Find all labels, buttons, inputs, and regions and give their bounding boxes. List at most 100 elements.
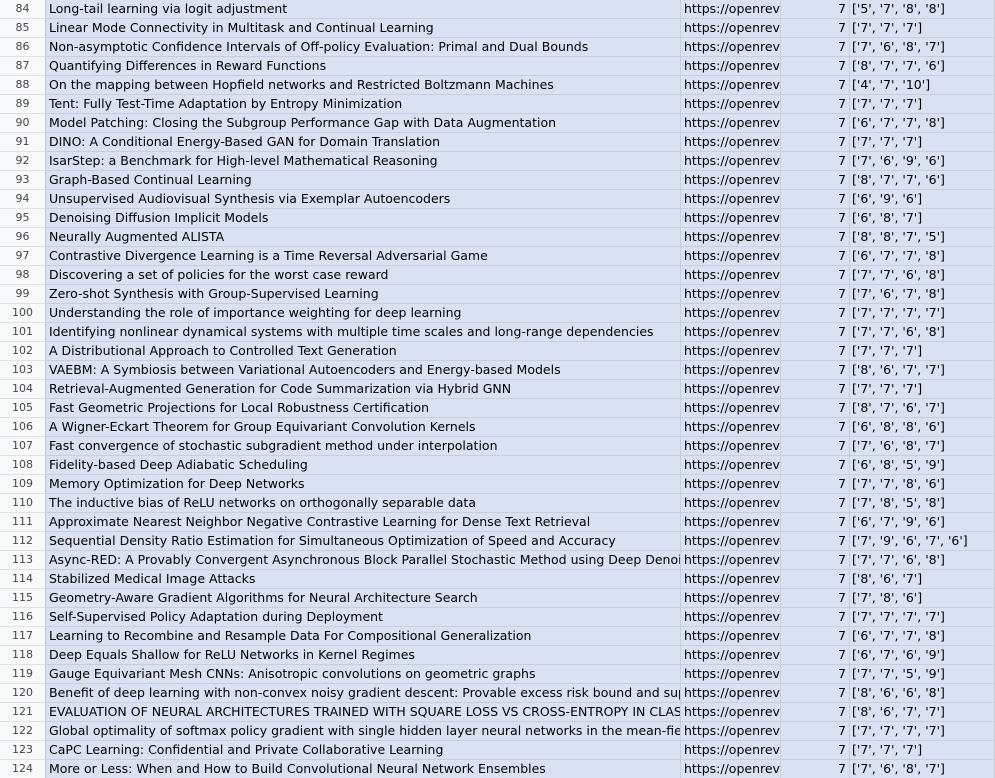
count-cell[interactable]: 7 bbox=[781, 0, 850, 19]
count-cell[interactable]: 7 bbox=[781, 551, 850, 570]
paper-title-cell[interactable]: A Distributional Approach to Controlled … bbox=[46, 342, 681, 361]
count-cell[interactable]: 7 bbox=[781, 570, 850, 589]
row-number[interactable]: 95 bbox=[0, 209, 46, 228]
url-cell[interactable]: https://openrevi bbox=[681, 247, 781, 266]
row-number[interactable]: 117 bbox=[0, 627, 46, 646]
count-cell[interactable]: 7 bbox=[781, 513, 850, 532]
paper-title-cell[interactable]: Non-asymptotic Confidence Intervals of O… bbox=[46, 38, 681, 57]
row-number[interactable]: 88 bbox=[0, 76, 46, 95]
count-cell[interactable]: 7 bbox=[781, 152, 850, 171]
scores-cell[interactable]: ['5', '7', '8', '8'] bbox=[850, 0, 995, 19]
paper-title-cell[interactable]: Sequential Density Ratio Estimation for … bbox=[46, 532, 681, 551]
scores-cell[interactable]: ['7', '7', '6', '8'] bbox=[850, 551, 995, 570]
paper-title-cell[interactable]: Global optimality of softmax policy grad… bbox=[46, 722, 681, 741]
row-number[interactable]: 90 bbox=[0, 114, 46, 133]
scores-cell[interactable]: ['6', '7', '7', '8'] bbox=[850, 114, 995, 133]
paper-title-cell[interactable]: IsarStep: a Benchmark for High-level Mat… bbox=[46, 152, 681, 171]
paper-title-cell[interactable]: Deep Equals Shallow for ReLU Networks in… bbox=[46, 646, 681, 665]
paper-title-cell[interactable]: VAEBM: A Symbiosis between Variational A… bbox=[46, 361, 681, 380]
count-cell[interactable]: 7 bbox=[781, 209, 850, 228]
url-cell[interactable]: https://openrevi bbox=[681, 608, 781, 627]
url-cell[interactable]: https://openrevi bbox=[681, 627, 781, 646]
row-number[interactable]: 115 bbox=[0, 589, 46, 608]
count-cell[interactable]: 7 bbox=[781, 646, 850, 665]
count-cell[interactable]: 7 bbox=[781, 114, 850, 133]
scores-cell[interactable]: ['7', '7', '7'] bbox=[850, 342, 995, 361]
scores-cell[interactable]: ['7', '7', '7', '7'] bbox=[850, 304, 995, 323]
scores-cell[interactable]: ['8', '8', '7', '5'] bbox=[850, 228, 995, 247]
paper-title-cell[interactable]: More or Less: When and How to Build Conv… bbox=[46, 760, 681, 778]
url-cell[interactable]: https://openrevi bbox=[681, 551, 781, 570]
count-cell[interactable]: 7 bbox=[781, 171, 850, 190]
url-cell[interactable]: https://openrevi bbox=[681, 741, 781, 760]
count-cell[interactable]: 7 bbox=[781, 19, 850, 38]
url-cell[interactable]: https://openrevi bbox=[681, 380, 781, 399]
url-cell[interactable]: https://openrevi bbox=[681, 361, 781, 380]
row-number[interactable]: 118 bbox=[0, 646, 46, 665]
scores-cell[interactable]: ['7', '7', '7'] bbox=[850, 95, 995, 114]
paper-title-cell[interactable]: Neurally Augmented ALISTA bbox=[46, 228, 681, 247]
row-number[interactable]: 94 bbox=[0, 190, 46, 209]
scores-cell[interactable]: ['8', '6', '7', '7'] bbox=[850, 703, 995, 722]
count-cell[interactable]: 7 bbox=[781, 76, 850, 95]
paper-title-cell[interactable]: Discovering a set of policies for the wo… bbox=[46, 266, 681, 285]
count-cell[interactable]: 7 bbox=[781, 418, 850, 437]
count-cell[interactable]: 7 bbox=[781, 399, 850, 418]
count-cell[interactable]: 7 bbox=[781, 304, 850, 323]
count-cell[interactable]: 7 bbox=[781, 665, 850, 684]
scores-cell[interactable]: ['7', '7', '7'] bbox=[850, 133, 995, 152]
scores-cell[interactable]: ['7', '7', '6', '8'] bbox=[850, 266, 995, 285]
paper-title-cell[interactable]: Unsupervised Audiovisual Synthesis via E… bbox=[46, 190, 681, 209]
row-number[interactable]: 123 bbox=[0, 741, 46, 760]
paper-title-cell[interactable]: Fast Geometric Projections for Local Rob… bbox=[46, 399, 681, 418]
paper-title-cell[interactable]: DINO: A Conditional Energy-Based GAN for… bbox=[46, 133, 681, 152]
count-cell[interactable]: 7 bbox=[781, 741, 850, 760]
row-number[interactable]: 109 bbox=[0, 475, 46, 494]
scores-cell[interactable]: ['7', '6', '7', '8'] bbox=[850, 285, 995, 304]
scores-cell[interactable]: ['6', '8', '7'] bbox=[850, 209, 995, 228]
url-cell[interactable]: https://openrevi bbox=[681, 532, 781, 551]
paper-title-cell[interactable]: A Wigner-Eckart Theorem for Group Equiva… bbox=[46, 418, 681, 437]
paper-title-cell[interactable]: Denoising Diffusion Implicit Models bbox=[46, 209, 681, 228]
row-number[interactable]: 93 bbox=[0, 171, 46, 190]
url-cell[interactable]: https://openrevi bbox=[681, 0, 781, 19]
scores-cell[interactable]: ['6', '7', '7', '8'] bbox=[850, 247, 995, 266]
row-number[interactable]: 114 bbox=[0, 570, 46, 589]
paper-title-cell[interactable]: Memory Optimization for Deep Networks bbox=[46, 475, 681, 494]
url-cell[interactable]: https://openrevi bbox=[681, 513, 781, 532]
scores-cell[interactable]: ['8', '7', '6', '7'] bbox=[850, 399, 995, 418]
count-cell[interactable]: 7 bbox=[781, 38, 850, 57]
url-cell[interactable]: https://openrevi bbox=[681, 437, 781, 456]
url-cell[interactable]: https://openrevi bbox=[681, 57, 781, 76]
url-cell[interactable]: https://openrevi bbox=[681, 494, 781, 513]
url-cell[interactable]: https://openrevi bbox=[681, 266, 781, 285]
paper-title-cell[interactable]: Gauge Equivariant Mesh CNNs: Anisotropic… bbox=[46, 665, 681, 684]
paper-title-cell[interactable]: Long-tail learning via logit adjustment bbox=[46, 0, 681, 19]
url-cell[interactable]: https://openrevi bbox=[681, 475, 781, 494]
scores-cell[interactable]: ['8', '6', '7'] bbox=[850, 570, 995, 589]
scores-cell[interactable]: ['6', '9', '6'] bbox=[850, 190, 995, 209]
url-cell[interactable]: https://openrevi bbox=[681, 399, 781, 418]
count-cell[interactable]: 7 bbox=[781, 266, 850, 285]
scores-cell[interactable]: ['7', '7', '7'] bbox=[850, 19, 995, 38]
row-number[interactable]: 105 bbox=[0, 399, 46, 418]
paper-title-cell[interactable]: The inductive bias of ReLU networks on o… bbox=[46, 494, 681, 513]
count-cell[interactable]: 7 bbox=[781, 133, 850, 152]
row-number[interactable]: 116 bbox=[0, 608, 46, 627]
scores-cell[interactable]: ['7', '7', '8', '6'] bbox=[850, 475, 995, 494]
url-cell[interactable]: https://openrevi bbox=[681, 646, 781, 665]
count-cell[interactable]: 7 bbox=[781, 323, 850, 342]
paper-title-cell[interactable]: Tent: Fully Test-Time Adaptation by Entr… bbox=[46, 95, 681, 114]
paper-title-cell[interactable]: Async-RED: A Provably Convergent Asynchr… bbox=[46, 551, 681, 570]
paper-title-cell[interactable]: EVALUATION OF NEURAL ARCHITECTURES TRAIN… bbox=[46, 703, 681, 722]
url-cell[interactable]: https://openrevi bbox=[681, 684, 781, 703]
url-cell[interactable]: https://openrevi bbox=[681, 665, 781, 684]
paper-title-cell[interactable]: Contrastive Divergence Learning is a Tim… bbox=[46, 247, 681, 266]
row-number[interactable]: 98 bbox=[0, 266, 46, 285]
paper-title-cell[interactable]: Learning to Recombine and Resample Data … bbox=[46, 627, 681, 646]
scores-cell[interactable]: ['6', '8', '5', '9'] bbox=[850, 456, 995, 475]
scores-cell[interactable]: ['7', '7', '6', '8'] bbox=[850, 323, 995, 342]
row-number[interactable]: 110 bbox=[0, 494, 46, 513]
row-number[interactable]: 91 bbox=[0, 133, 46, 152]
scores-cell[interactable]: ['8', '7', '7', '6'] bbox=[850, 171, 995, 190]
